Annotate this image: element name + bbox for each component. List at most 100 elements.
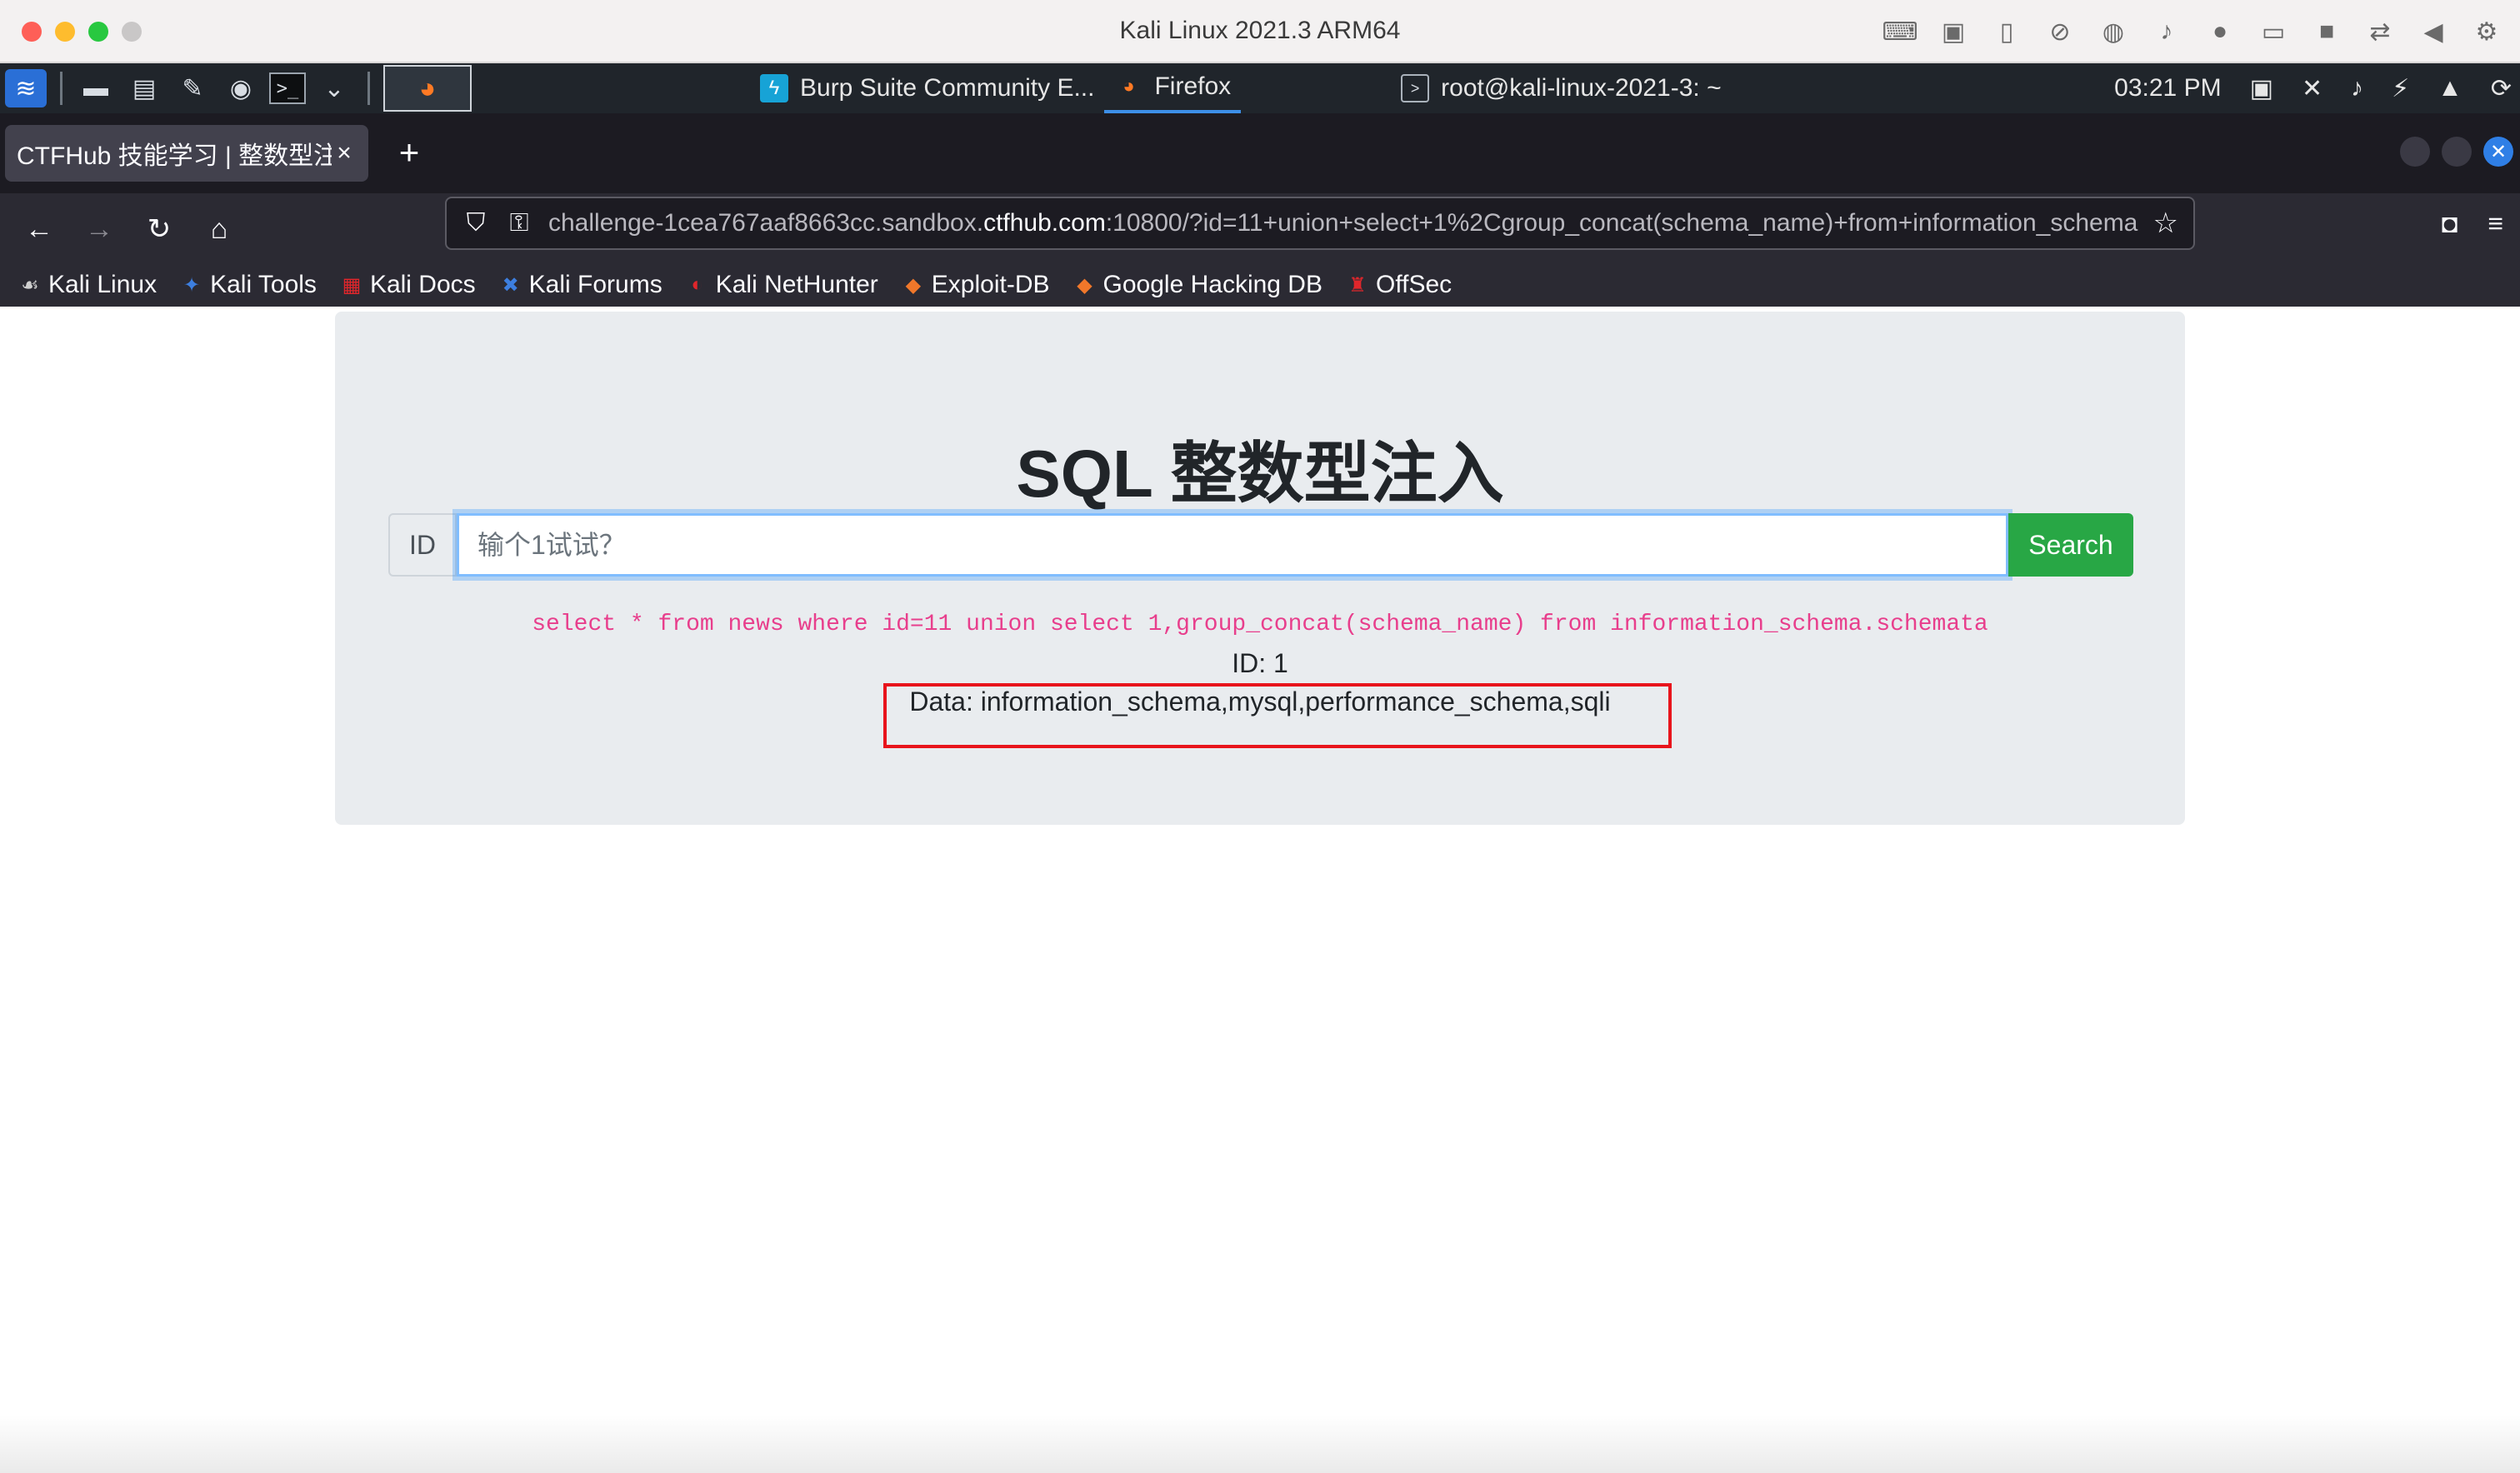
bookmark-label: Kali Docs [369, 271, 476, 298]
mac-window-titlebar: Kali Linux 2021.3 ARM64 ⌨ ▣ ▯ ⊘ ◍ ♪ ● ▭ … [0, 0, 2520, 63]
lock-icon[interactable]: ▲ [2438, 74, 2462, 102]
id-label: ID [388, 513, 457, 577]
bookmark-offsec[interactable]: ♜ OffSec [1346, 271, 1452, 299]
url-rest: :10800/?id=11+union+select+1%2Cgroup_con… [1105, 209, 2138, 237]
hamburger-menu-icon[interactable]: ≡ [2488, 208, 2503, 239]
burp-icon: ϟ [760, 74, 788, 102]
bookmarks-toolbar: ☙ Kali Linux ✦ Kali Tools ▦ Kali Docs ✖ … [0, 263, 2520, 307]
nethunter-icon: ◐ [691, 273, 703, 296]
task-burp-suite[interactable]: ϟ Burp Suite Community E... [750, 63, 1104, 113]
play-back-icon[interactable]: ◀ [2415, 15, 2452, 48]
web-browser-icon[interactable]: ◉ [221, 70, 261, 107]
drive-icon[interactable]: ▭ [2255, 15, 2292, 48]
browser-window-controls: ✕ [2400, 137, 2513, 167]
panel-launchers: ≋ ▬ ▤ ✎ ◉ >_ ⌄ ◕ [5, 65, 472, 112]
share-icon[interactable]: ⇄ [2362, 15, 2398, 48]
insecure-lock-icon[interactable]: ⚿ [505, 209, 533, 237]
annotation-highlight-box [883, 683, 1672, 748]
kali-menu-icon[interactable]: ≋ [5, 69, 47, 107]
tab-label: CTFHub 技能学习 | 整数型注入 [17, 142, 332, 170]
reload-icon[interactable]: ↻ [138, 208, 180, 250]
logout-icon[interactable]: ⟳ [2491, 74, 2512, 103]
microphone-icon[interactable]: ● [2202, 15, 2238, 48]
challenge-panel: SQL 整数型注入 ID Search select * from news w… [335, 312, 2185, 825]
bookmark-label: OffSec [1375, 271, 1452, 298]
window-bottom-shadow [0, 1415, 2520, 1473]
url-prefix: challenge-1cea767aaf8663cc.sandbox. [548, 209, 984, 237]
tab-ctfhub[interactable]: CTFHub 技能学习 | 整数型注入 × [5, 125, 368, 182]
panel-separator [60, 72, 62, 105]
globe-icon[interactable]: ◍ [2095, 15, 2132, 48]
shield-icon[interactable]: ⛉ [462, 209, 490, 237]
bookmark-kali-linux[interactable]: ☙ Kali Linux [18, 271, 157, 299]
mouse-icon[interactable]: ▯ [1988, 15, 2025, 48]
bookmark-label: Kali Forums [528, 271, 662, 298]
bookmark-star-icon[interactable]: ☆ [2153, 207, 2178, 240]
bookmark-label: Kali Linux [48, 271, 158, 298]
bookmark-label: Kali NetHunter [715, 271, 878, 298]
vm-toolbar: ⌨ ▣ ▯ ⊘ ◍ ♪ ● ▭ ■ ⇄ ◀ ⚙ [1882, 15, 2505, 48]
task-firefox[interactable]: ◕ Firefox [1104, 63, 1242, 113]
kali-tools-icon: ✦ [183, 273, 201, 297]
chevron-down-icon[interactable]: ⌄ [314, 70, 354, 107]
url-host: ctfhub.com [983, 209, 1106, 237]
ghdb-icon: ◆ [1077, 273, 1092, 297]
task-terminal[interactable]: > root@kali-linux-2021-3: ~ [1391, 63, 1731, 113]
clock[interactable]: 03:21 PM [2114, 74, 2221, 102]
desktop-icon[interactable]: ▬ [76, 70, 116, 107]
kali-forums-icon: ✖ [502, 273, 519, 297]
bell-icon[interactable]: ♪ [2351, 74, 2363, 102]
power-icon[interactable]: ⚡ [2392, 74, 2409, 103]
search-form: ID Search [388, 513, 2133, 577]
kali-dragon-icon: ☙ [21, 273, 39, 297]
bookmark-exploit-db[interactable]: ◆ Exploit-DB [902, 271, 1050, 299]
bookmark-label: Kali Tools [210, 271, 317, 298]
bookmark-google-hacking-db[interactable]: ◆ Google Hacking DB [1073, 271, 1322, 299]
bookmark-kali-forums[interactable]: ✖ Kali Forums [499, 271, 662, 299]
bookmark-label: Exploit-DB [931, 271, 1050, 298]
forward-arrow-icon[interactable]: → [78, 208, 120, 250]
text-editor-icon[interactable]: ✎ [172, 70, 212, 107]
pocket-icon[interactable]: ◘ [2442, 208, 2458, 239]
result-id: ID: 1 [1232, 648, 1288, 678]
window-list: ϟ Burp Suite Community E... ◕ Firefox > … [750, 63, 1732, 113]
page-title: SQL 整数型注入 [1016, 437, 1504, 511]
url-text[interactable]: challenge-1cea767aaf8663cc.sandbox.ctfhu… [548, 209, 2138, 237]
no-camera-icon[interactable]: ⊘ [2042, 15, 2078, 48]
bookmark-kali-nethunter[interactable]: ◐ Kali NetHunter [686, 271, 878, 299]
exploit-db-icon: ◆ [905, 273, 922, 297]
file-manager-icon[interactable]: ▤ [124, 70, 164, 107]
mute-icon[interactable]: ✕ [2302, 74, 2322, 103]
task-label: Firefox [1154, 72, 1232, 100]
home-icon[interactable]: ⌂ [198, 208, 240, 250]
minimize-icon[interactable] [2400, 137, 2430, 167]
browser-navbar: ← → ↻ ⌂ ⛉ ⚿ challenge-1cea767aaf8663cc.s… [0, 193, 2520, 263]
keyboard-icon[interactable]: ⌨ [1882, 15, 1918, 48]
speaker-icon[interactable]: ♪ [2148, 15, 2185, 48]
task-label: root@kali-linux-2021-3: ~ [1441, 74, 1722, 102]
maximize-icon[interactable] [2442, 137, 2472, 167]
back-arrow-icon[interactable]: ← [18, 208, 60, 250]
navbar-right-tools: ◘ ≡ [2442, 208, 2503, 239]
browser-tab-strip: CTFHub 技能学习 | 整数型注入 × + ✕ [0, 113, 2520, 193]
display-icon[interactable]: ▣ [2250, 74, 2273, 103]
firefox-launcher-icon[interactable]: ◕ [383, 65, 472, 112]
bookmark-kali-docs[interactable]: ▦ Kali Docs [340, 271, 476, 299]
bookmark-kali-tools[interactable]: ✦ Kali Tools [180, 271, 317, 299]
new-tab-button[interactable]: + [390, 132, 428, 172]
tab-close-icon[interactable]: × [332, 139, 357, 167]
terminal-launcher-icon[interactable]: >_ [269, 72, 306, 104]
search-button[interactable]: Search [2008, 513, 2133, 577]
offsec-icon: ♜ [1348, 273, 1367, 297]
camera-icon[interactable]: ■ [2308, 15, 2345, 48]
bookmark-label: Google Hacking DB [1102, 271, 1322, 298]
address-bar[interactable]: ⛉ ⚿ challenge-1cea767aaf8663cc.sandbox.c… [445, 197, 2195, 250]
close-icon[interactable]: ✕ [2483, 137, 2513, 167]
kali-taskbar: ≋ ▬ ▤ ✎ ◉ >_ ⌄ ◕ ϟ Burp Suite Community … [0, 63, 2520, 113]
id-input[interactable] [457, 513, 2008, 577]
cpu-icon[interactable]: ▣ [1935, 15, 1972, 48]
web-page: SQL 整数型注入 ID Search select * from news w… [0, 307, 2520, 1473]
panel-tray: 03:21 PM ▣ ✕ ♪ ⚡ ▲ ⟳ [2114, 63, 2512, 113]
kali-docs-icon: ▦ [342, 273, 362, 297]
gear-icon[interactable]: ⚙ [2468, 15, 2505, 48]
